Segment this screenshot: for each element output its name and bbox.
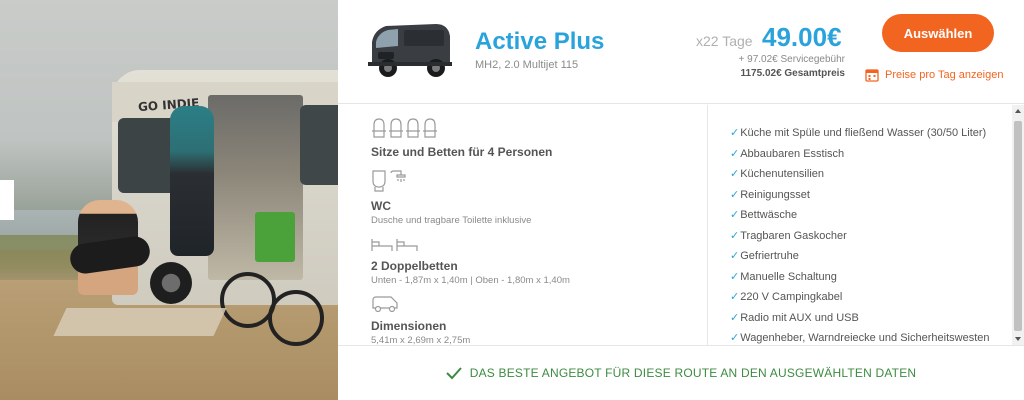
vehicle-subtitle: MH2, 2.0 Multijet 115	[475, 59, 579, 71]
check-icon: ✓	[730, 270, 740, 283]
best-offer-text: DAS BESTE ANGEBOT FÜR DIESE ROUTE AN DEN…	[469, 366, 917, 380]
amenity-item: ✓Manuelle Schaltung	[730, 270, 837, 283]
service-fee: + 97.02€ Servicegebühr	[738, 54, 845, 65]
check-icon: ✓	[730, 229, 740, 242]
scroll-down-icon[interactable]	[1015, 337, 1021, 341]
seat-icon	[372, 118, 437, 138]
feature-dimensions: Dimensionen 5,41m x 2,69m x 2,75m	[371, 291, 470, 345]
amenities-scrollbar[interactable]	[1012, 105, 1024, 345]
select-button[interactable]: Auswählen	[882, 14, 994, 52]
features-list: Sitze und Betten für 4 Personen WC Dusch…	[338, 105, 708, 345]
photo-green-box	[255, 212, 295, 262]
photo-van-wheel	[150, 262, 192, 304]
photo-van-window	[118, 118, 176, 193]
vehicle-photo: GO INDIE	[0, 0, 338, 400]
double-bed-icon	[371, 239, 418, 251]
per-day-prices-link[interactable]: Preise pro Tag anzeigen	[865, 68, 1003, 82]
listing-panel: Active Plus MH2, 2.0 Multijet 115 x22 Ta…	[338, 0, 1024, 400]
van-thumbnail-icon	[368, 24, 452, 77]
prev-slide-tab[interactable]	[0, 180, 14, 220]
amenity-item: ✓220 V Campingkabel	[730, 291, 843, 303]
feature-detail: Unten - 1,87m x 1,40m | Oben - 1,80m x 1…	[371, 275, 570, 286]
photo-wetsuit	[170, 106, 214, 256]
amenity-item: ✓Tragbaren Gaskocher	[730, 229, 847, 242]
check-icon: ✓	[730, 147, 740, 160]
total-price: 1175.02€ Gesamtpreis	[740, 68, 845, 79]
calendar-icon	[865, 69, 879, 82]
per-day-prices-label: Preise pro Tag anzeigen	[885, 69, 1004, 81]
amenity-item: ✓Wagenheber, Warndreiecke und Sicherheit…	[730, 332, 990, 344]
listing-header: Active Plus MH2, 2.0 Multijet 115 x22 Ta…	[338, 0, 1024, 104]
photo-bike-wheel-front	[268, 290, 324, 346]
checkmark-icon	[446, 367, 462, 380]
amenity-item: ✓Reinigungsset	[730, 188, 810, 201]
amenity-item: ✓Abbaubaren Esstisch	[730, 147, 845, 160]
amenity-item: ✓Küchenutensilien	[730, 168, 825, 180]
feature-detail: 5,41m x 2,69m x 2,75m	[371, 335, 471, 345]
amenity-item: ✓Bettwäsche	[730, 209, 798, 221]
feature-heading: Sitze und Betten für 4 Personen	[371, 145, 553, 159]
rental-days: x22 Tage	[696, 33, 753, 49]
check-icon: ✓	[730, 291, 740, 303]
scrollbar-thumb[interactable]	[1014, 121, 1022, 331]
best-offer-banner: DAS BESTE ANGEBOT FÜR DIESE ROUTE AN DEN…	[338, 345, 1024, 400]
van-dimensions-icon	[372, 296, 398, 313]
feature-detail: Dusche und tragbare Toilette inklusive	[371, 215, 532, 226]
feature-heading: WC	[371, 199, 391, 213]
price-per-day: 49.00€	[762, 22, 842, 52]
check-icon: ✓	[730, 168, 740, 180]
wc-icons	[371, 170, 531, 193]
feature-heading: 2 Doppelbetten	[371, 259, 458, 273]
vehicle-title: Active Plus	[475, 28, 605, 55]
amenity-item: ✓Küche mit Spüle und fließend Wasser (30…	[730, 127, 987, 139]
check-icon: ✓	[730, 311, 740, 324]
check-icon: ✓	[730, 332, 740, 344]
check-icon: ✓	[730, 127, 740, 139]
dimension-icons	[371, 291, 470, 313]
amenities-list: ✓Küche mit Spüle und fließend Wasser (30…	[730, 105, 1010, 345]
seat-icons	[371, 117, 552, 139]
check-icon: ✓	[730, 209, 740, 221]
feature-seats: Sitze und Betten für 4 Personen	[371, 117, 552, 159]
photo-rug	[53, 308, 227, 336]
feature-wc: WC Dusche und tragbare Toilette inklusiv…	[371, 170, 532, 226]
wc-shower-icon	[372, 170, 406, 192]
amenity-item: ✓Gefriertruhe	[730, 250, 799, 262]
scroll-up-icon[interactable]	[1015, 109, 1021, 113]
bed-icons	[371, 231, 570, 253]
feature-beds: 2 Doppelbetten Unten - 1,87m x 1,40m | O…	[371, 231, 570, 286]
feature-heading: Dimensionen	[371, 319, 447, 333]
check-icon: ✓	[730, 250, 740, 262]
photo-van-cab	[300, 105, 338, 185]
amenity-item: ✓Radio mit AUX und USB	[730, 311, 859, 324]
check-icon: ✓	[730, 188, 740, 201]
